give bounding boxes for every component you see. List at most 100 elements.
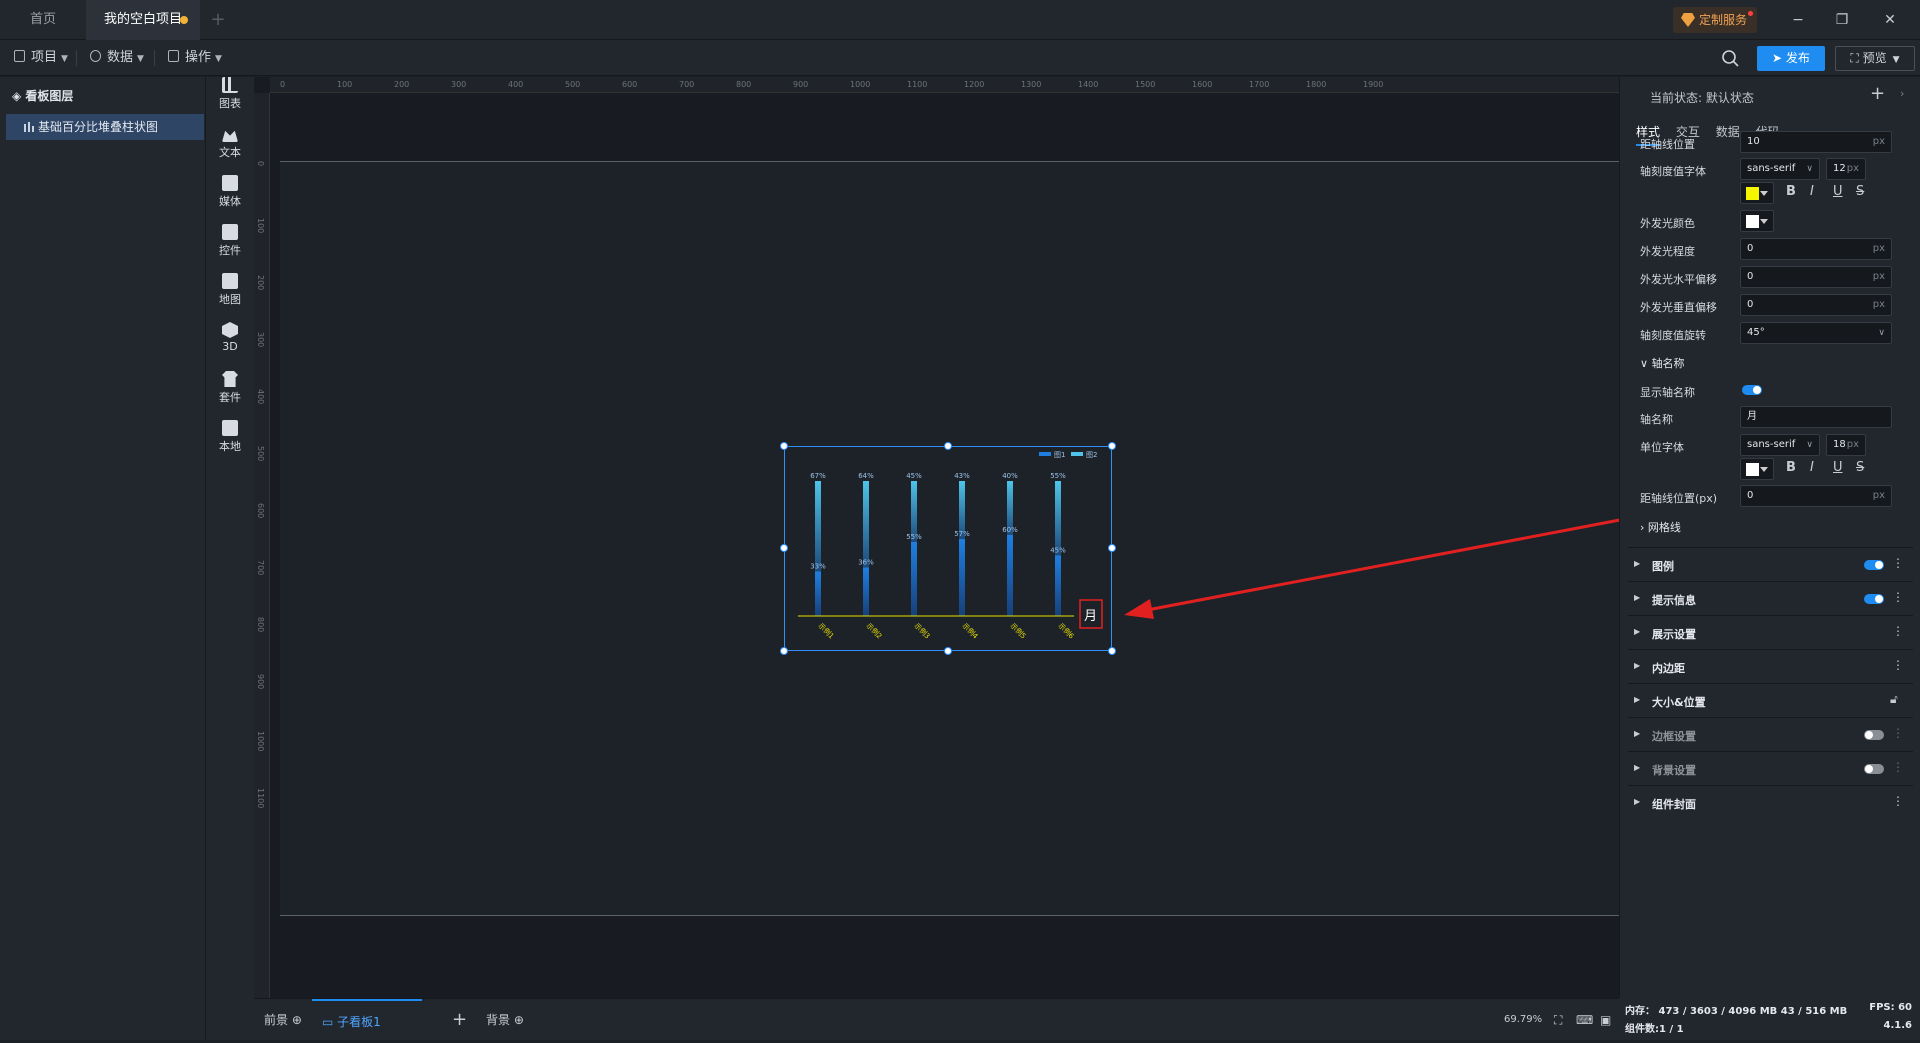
stacked-bar-chart[interactable]: 67% 33% 示例1 64% 36% 示例2 45% 55% 示例3 43% 57% 示例4 40% 6… (780, 442, 1116, 655)
resize-handle[interactable] (1108, 544, 1116, 552)
unit-color-picker[interactable] (1740, 458, 1774, 480)
tooltip-toggle[interactable] (1864, 594, 1884, 604)
section-tooltip[interactable]: ▶ 提示信息 ⋮ (1628, 581, 1913, 615)
tab-project[interactable]: 我的空白项目 (86, 0, 200, 40)
selection-box[interactable] (784, 446, 1112, 651)
menu-data[interactable]: 数据 ▼ (90, 40, 144, 76)
add-circle-icon[interactable]: ⊕ (514, 1013, 524, 1027)
section-size-position[interactable]: ▶ 大小&位置 🔓︎ (1628, 683, 1913, 717)
preview-button[interactable]: ⛶ 预览 ▼ (1835, 46, 1915, 71)
italic-icon[interactable]: I (1810, 184, 1814, 199)
glow-v-offset-input[interactable]: 0 px (1740, 294, 1892, 316)
chevron-right-icon[interactable]: › (1900, 87, 1904, 100)
more-icon[interactable]: ⋮ (1892, 658, 1904, 672)
gridline-section-header[interactable]: › 网格线 (1640, 519, 1681, 535)
unit-font-select[interactable]: sans-serif ∨ (1740, 434, 1820, 456)
rail-text[interactable]: 文本 (206, 126, 254, 160)
underline-icon[interactable]: U (1833, 184, 1843, 199)
restore-button[interactable]: ❐ (1820, 0, 1864, 40)
close-button[interactable]: ✕ (1868, 0, 1912, 40)
more-icon[interactable]: ⋮ (1892, 556, 1904, 570)
add-circle-icon[interactable]: ⊕ (292, 1013, 302, 1027)
minimize-button[interactable]: − (1776, 0, 1820, 40)
rail-local[interactable]: 本地 (206, 420, 254, 454)
strikethrough-icon[interactable]: S (1856, 184, 1864, 199)
section-cover[interactable]: ▶ 组件封面 ⋮ (1628, 785, 1913, 819)
menu-operate[interactable]: 操作 ▼ (168, 40, 222, 76)
resize-handle[interactable] (780, 442, 788, 450)
strikethrough-icon[interactable]: S (1856, 460, 1864, 475)
keyboard-icon[interactable]: ⌨ (1576, 999, 1593, 1041)
background-toggle[interactable] (1864, 764, 1884, 774)
tick-font-size-input[interactable]: 12 px (1826, 158, 1866, 180)
custom-service-button[interactable]: 定制服务 (1673, 7, 1757, 33)
ruler-tick-label: 1000 (850, 80, 871, 89)
axis-name-distance-input[interactable]: 0 px (1740, 485, 1892, 507)
tick-color-picker[interactable] (1740, 182, 1774, 204)
menu-project[interactable]: 项目 ▼ (14, 40, 68, 76)
unit-font-size-input[interactable]: 18 px (1826, 434, 1866, 456)
rail-control[interactable]: 控件 (206, 224, 254, 258)
axis-line-distance-input[interactable]: 10 px (1740, 131, 1892, 153)
resize-handle[interactable] (944, 442, 952, 450)
resize-handle[interactable] (780, 544, 788, 552)
more-icon[interactable]: ⋮ (1892, 760, 1904, 774)
subboard-tab[interactable]: ▭ 子看板1 (312, 999, 422, 1041)
layer-item[interactable]: 基础百分比堆叠柱状图 (6, 114, 204, 140)
properties-panel: 当前状态: 默认状态 + › 样式 交互 数据 代码 距轴线位置 10px 轴刻… (1619, 77, 1920, 998)
section-legend[interactable]: ▶ 图例 ⋮ (1628, 547, 1913, 581)
foreground-tab[interactable]: 前景 ⊕ (264, 999, 302, 1041)
more-icon[interactable]: ⋮ (1892, 590, 1904, 604)
fit-screen-icon[interactable]: ⛶ (1554, 999, 1562, 1041)
rail-media[interactable]: 媒体 (206, 175, 254, 209)
section-display[interactable]: ▶ 展示设置 ⋮ (1628, 615, 1913, 649)
layers-icon: ◈ (12, 89, 26, 103)
background-tab[interactable]: 背景 ⊕ (486, 999, 524, 1041)
rail-suite[interactable]: 套件 (206, 371, 254, 405)
section-border[interactable]: ▶ 边框设置 ⋮ (1628, 717, 1913, 751)
ruler-tick-label: 1700 (1249, 80, 1270, 89)
axis-name-section-header[interactable]: ∨ 轴名称 (1640, 355, 1685, 371)
add-board-button[interactable]: + (452, 999, 467, 1041)
ruler-left: 0 100 200 300 400 500 600 700 800 900 1000 1100 (254, 93, 270, 998)
more-icon[interactable]: ⋮ (1892, 624, 1904, 638)
glow-color-picker[interactable] (1740, 210, 1774, 232)
tab-home[interactable]: 首页 (0, 0, 86, 40)
ruler-top: 0 100 200 300 400 500 600 700 800 900 1000 1100 1200… (270, 77, 1619, 93)
axis-line-distance-row: 距轴线位置 10 px (1640, 131, 1900, 155)
show-axis-name-toggle[interactable] (1742, 385, 1762, 395)
glow-h-offset-input[interactable]: 0 px (1740, 266, 1892, 288)
axis-name-input[interactable]: 月 (1740, 406, 1892, 428)
terminal-icon[interactable]: ▣ (1600, 999, 1611, 1041)
lock-icon[interactable]: 🔓︎ (1890, 692, 1898, 707)
tick-rotate-select[interactable]: 45° ∨ (1740, 322, 1892, 344)
more-icon[interactable]: ⋮ (1892, 794, 1904, 808)
italic-icon[interactable]: I (1810, 460, 1814, 475)
resize-handle[interactable] (944, 647, 952, 655)
add-tab-button[interactable]: + (206, 0, 230, 40)
search-icon[interactable] (1720, 48, 1742, 70)
add-state-button[interactable]: + (1870, 83, 1885, 104)
tick-font-select[interactable]: sans-serif ∨ (1740, 158, 1820, 180)
border-toggle[interactable] (1864, 730, 1884, 740)
unit: px (1872, 299, 1885, 310)
section-background[interactable]: ▶ 背景设置 ⋮ (1628, 751, 1913, 785)
rail-3d[interactable]: 3D (206, 322, 254, 353)
underline-icon[interactable]: U (1833, 460, 1843, 475)
resize-handle[interactable] (780, 647, 788, 655)
section-padding[interactable]: ▶ 内边距 ⋮ (1628, 649, 1913, 683)
axis-name-value: 月 (1747, 411, 1757, 422)
bold-icon[interactable]: B (1786, 460, 1796, 475)
resize-handle[interactable] (1108, 647, 1116, 655)
rail-map[interactable]: 地图 (206, 273, 254, 307)
glow-level-input[interactable]: 0 px (1740, 238, 1892, 260)
publish-button[interactable]: ➤ 发布 (1757, 46, 1825, 71)
preview-label: 预览 (1862, 51, 1887, 65)
zoom-level[interactable]: 69.79% (1504, 999, 1542, 1041)
rail-chart[interactable]: 图表 (206, 77, 254, 111)
bold-icon[interactable]: B (1786, 184, 1796, 199)
more-icon[interactable]: ⋮ (1892, 726, 1904, 740)
legend-toggle[interactable] (1864, 560, 1884, 570)
chart-icon (222, 77, 238, 93)
resize-handle[interactable] (1108, 442, 1116, 450)
